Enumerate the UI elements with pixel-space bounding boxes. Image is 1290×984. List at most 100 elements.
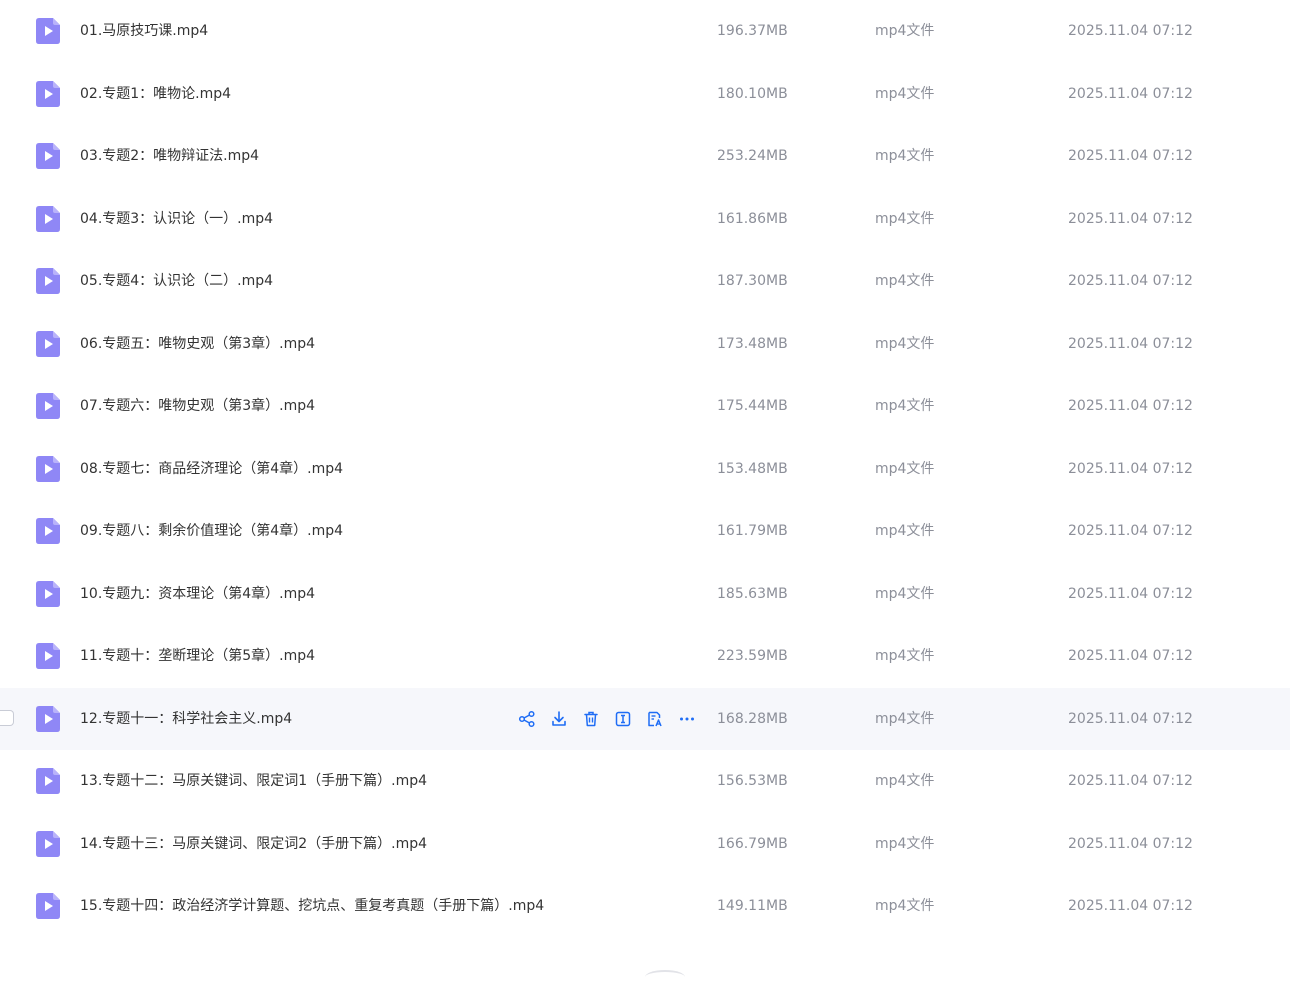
file-modified-date: 2025.11.04 07:12: [1068, 148, 1193, 164]
file-type: mp4文件: [875, 85, 935, 102]
file-size: 253.24MB: [717, 148, 788, 164]
file-modified-date: 2025.11.04 07:12: [1068, 398, 1193, 414]
file-name[interactable]: 07.专题六：唯物史观（第3章）.mp4: [80, 396, 315, 416]
file-list: 01.马原技巧课.mp4 196.37MB mp4文件 2025.11.04 07:1…: [0, 0, 1290, 976]
video-file-icon: [36, 455, 60, 482]
file-row[interactable]: 12.专题十一：科学社会主义.mp4 168.28MB mp4文件 2025.11.0…: [0, 687, 1290, 750]
file-size: 149.11MB: [717, 898, 788, 914]
file-name[interactable]: 12.专题十一：科学社会主义.mp4: [80, 709, 292, 729]
file-type: mp4文件: [875, 835, 935, 852]
video-file-icon: [36, 18, 60, 44]
file-type: mp4文件: [875, 273, 935, 289]
file-type: mp4文件: [875, 898, 935, 914]
row-actions: [516, 708, 698, 730]
video-file-icon: [36, 80, 60, 107]
file-name[interactable]: 11.专题十：垄断理论（第5章）.mp4: [80, 646, 315, 666]
file-type: mp4文件: [875, 523, 935, 539]
file-name[interactable]: 08.专题七：商品经济理论（第4章）.mp4: [80, 459, 343, 479]
file-row[interactable]: 04.专题3：认识论（一）.mp4 161.86MB mp4文件 2025.11.04…: [0, 188, 1290, 250]
delete-icon[interactable]: [580, 708, 602, 730]
file-modified-date: 2025.11.04 07:12: [1068, 898, 1193, 914]
rename-icon[interactable]: [612, 708, 634, 730]
file-modified-date: 2025.11.04 07:12: [1068, 710, 1193, 727]
file-row[interactable]: 15.专题十四：政治经济学计算题、挖坑点、重复考真题（手册下篇）.mp4 149.…: [0, 875, 1290, 937]
file-size: 185.63MB: [717, 585, 788, 602]
file-size: 166.79MB: [717, 835, 788, 852]
file-row[interactable]: 10.专题九：资本理论（第4章）.mp4 185.63MB mp4文件 2025.11…: [0, 563, 1290, 625]
video-file-icon: [36, 268, 60, 294]
file-modified-date: 2025.11.04 07:12: [1068, 23, 1193, 39]
file-type: mp4文件: [875, 460, 935, 477]
file-type: mp4文件: [875, 710, 935, 727]
file-type: mp4文件: [875, 398, 935, 414]
file-size: 175.44MB: [717, 398, 788, 414]
file-type: mp4文件: [875, 148, 935, 164]
file-name[interactable]: 01.马原技巧课.mp4: [80, 21, 208, 41]
more-icon[interactable]: [676, 708, 698, 730]
file-type: mp4文件: [875, 648, 935, 664]
file-size: 187.30MB: [717, 273, 788, 289]
file-row[interactable]: 09.专题八：剩余价值理论（第4章）.mp4 161.79MB mp4文件 2025.…: [0, 500, 1290, 562]
file-size: 156.53MB: [717, 773, 788, 789]
file-row[interactable]: 05.专题4：认识论（二）.mp4 187.30MB mp4文件 2025.11.04…: [0, 250, 1290, 312]
video-file-icon: [36, 580, 60, 607]
file-size: 180.10MB: [717, 85, 788, 102]
video-file-icon: [36, 705, 60, 732]
file-row[interactable]: 14.专题十三：马原关键词、限定词2（手册下篇）.mp4 166.79MB mp4文…: [0, 813, 1290, 875]
file-size: 161.86MB: [717, 210, 788, 227]
file-name[interactable]: 09.专题八：剩余价值理论（第4章）.mp4: [80, 521, 343, 541]
share-icon[interactable]: [516, 708, 538, 730]
file-modified-date: 2025.11.04 07:12: [1068, 648, 1193, 664]
file-modified-date: 2025.11.04 07:12: [1068, 335, 1193, 352]
file-size: 161.79MB: [717, 523, 788, 539]
video-file-icon: [36, 893, 60, 919]
file-size: 153.48MB: [717, 460, 788, 477]
file-name[interactable]: 02.专题1：唯物论.mp4: [80, 84, 231, 104]
file-name[interactable]: 15.专题十四：政治经济学计算题、挖坑点、重复考真题（手册下篇）.mp4: [80, 896, 544, 916]
file-row[interactable]: 03.专题2：唯物辩证法.mp4 253.24MB mp4文件 2025.11.04 …: [0, 125, 1290, 187]
file-type: mp4文件: [875, 23, 935, 39]
file-type: mp4文件: [875, 773, 935, 789]
file-name[interactable]: 10.专题九：资本理论（第4章）.mp4: [80, 584, 315, 604]
file-name[interactable]: 03.专题2：唯物辩证法.mp4: [80, 146, 259, 166]
file-type: mp4文件: [875, 210, 935, 227]
file-modified-date: 2025.11.04 07:12: [1068, 523, 1193, 539]
file-row[interactable]: 13.专题十二：马原关键词、限定词1（手册下篇）.mp4 156.53MB mp4文…: [0, 750, 1290, 812]
file-row[interactable]: 02.专题1：唯物论.mp4 180.10MB mp4文件 2025.11.04 07…: [0, 63, 1290, 125]
file-size: 196.37MB: [717, 23, 788, 39]
file-row[interactable]: 06.专题五：唯物史观（第3章）.mp4 173.48MB mp4文件 2025.11…: [0, 313, 1290, 375]
loading-indicator: [645, 970, 685, 984]
file-modified-date: 2025.11.04 07:12: [1068, 210, 1193, 227]
file-type: mp4文件: [875, 585, 935, 602]
file-row[interactable]: 01.马原技巧课.mp4 196.37MB mp4文件 2025.11.04 07:1…: [0, 0, 1290, 62]
file-size: 223.59MB: [717, 648, 788, 664]
video-file-icon: [36, 643, 60, 669]
file-modified-date: 2025.11.04 07:12: [1068, 85, 1193, 102]
translate-icon[interactable]: [644, 708, 666, 730]
video-file-icon: [36, 830, 60, 857]
video-file-icon: [36, 330, 60, 357]
file-modified-date: 2025.11.04 07:12: [1068, 460, 1193, 477]
video-file-icon: [36, 768, 60, 794]
video-file-icon: [36, 518, 60, 544]
download-icon[interactable]: [548, 708, 570, 730]
file-size: 168.28MB: [717, 710, 788, 727]
file-modified-date: 2025.11.04 07:12: [1068, 273, 1193, 289]
video-file-icon: [36, 205, 60, 232]
file-name[interactable]: 14.专题十三：马原关键词、限定词2（手册下篇）.mp4: [80, 834, 427, 854]
file-modified-date: 2025.11.04 07:12: [1068, 773, 1193, 789]
file-name[interactable]: 13.专题十二：马原关键词、限定词1（手册下篇）.mp4: [80, 771, 427, 791]
video-file-icon: [36, 143, 60, 169]
file-name[interactable]: 04.专题3：认识论（一）.mp4: [80, 209, 273, 229]
video-file-icon: [36, 393, 60, 419]
file-row[interactable]: 11.专题十：垄断理论（第5章）.mp4 223.59MB mp4文件 2025.11…: [0, 625, 1290, 687]
row-checkbox[interactable]: [0, 709, 14, 726]
file-row[interactable]: 07.专题六：唯物史观（第3章）.mp4 175.44MB mp4文件 2025.11…: [0, 375, 1290, 437]
file-size: 173.48MB: [717, 335, 788, 352]
file-modified-date: 2025.11.04 07:12: [1068, 585, 1193, 602]
file-modified-date: 2025.11.04 07:12: [1068, 835, 1193, 852]
file-name[interactable]: 05.专题4：认识论（二）.mp4: [80, 271, 273, 291]
file-row[interactable]: 08.专题七：商品经济理论（第4章）.mp4 153.48MB mp4文件 2025.…: [0, 438, 1290, 500]
file-name[interactable]: 06.专题五：唯物史观（第3章）.mp4: [80, 334, 315, 354]
file-type: mp4文件: [875, 335, 935, 352]
